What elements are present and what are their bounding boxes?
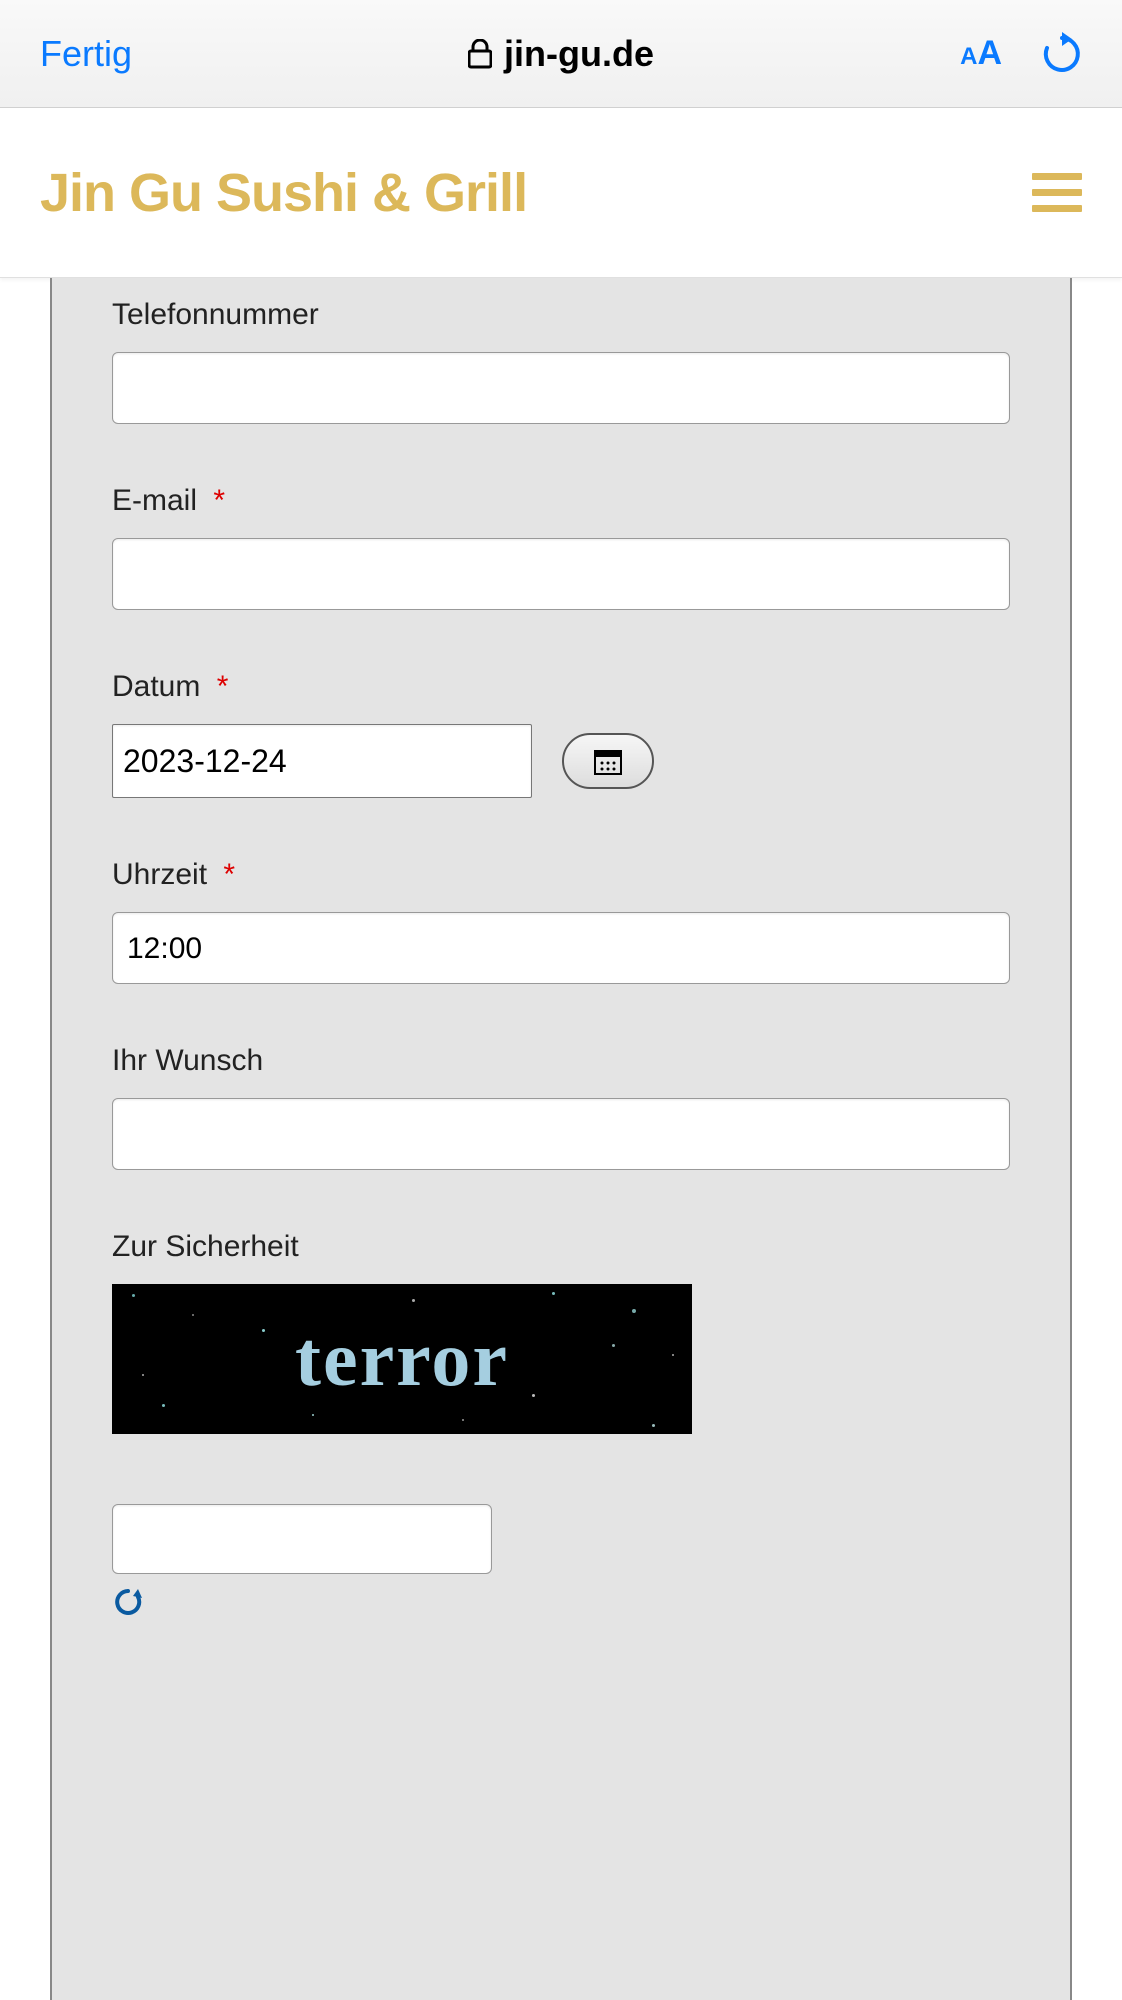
uhrzeit-label-text: Uhrzeit xyxy=(112,858,207,891)
telefon-input[interactable] xyxy=(112,352,1010,424)
refresh-icon xyxy=(112,1586,144,1618)
field-datum: Datum * xyxy=(112,670,1010,798)
field-telefon: Telefonnummer xyxy=(112,298,1010,424)
email-label: E-mail * xyxy=(112,484,1010,518)
captcha-input[interactable] xyxy=(112,1504,492,1574)
uhrzeit-label: Uhrzeit * xyxy=(112,858,1010,892)
field-email: E-mail * xyxy=(112,484,1010,610)
captcha-image: terror xyxy=(112,1284,692,1434)
wunsch-label: Ihr Wunsch xyxy=(112,1044,1010,1078)
captcha-text: terror xyxy=(295,1314,509,1404)
browser-toolbar: Fertig jin-gu.de AA xyxy=(0,0,1122,108)
text-size-button[interactable]: AA xyxy=(960,34,1002,73)
email-label-text: E-mail xyxy=(112,484,197,517)
site-title: Jin Gu Sushi & Grill xyxy=(40,162,527,224)
required-mark: * xyxy=(217,670,229,703)
datum-label-text: Datum xyxy=(112,670,200,703)
captcha-label: Zur Sicherheit xyxy=(112,1230,1010,1264)
calendar-icon xyxy=(592,745,624,777)
required-mark: * xyxy=(213,484,225,517)
refresh-captcha-button[interactable] xyxy=(112,1586,1010,1618)
calendar-picker-button[interactable] xyxy=(562,733,654,789)
reservation-form: Telefonnummer E-mail * Datum * xyxy=(50,278,1072,2000)
done-button[interactable]: Fertig xyxy=(40,33,132,75)
required-mark: * xyxy=(223,858,235,891)
lock-icon xyxy=(468,39,492,69)
field-wunsch: Ihr Wunsch xyxy=(112,1044,1010,1170)
datum-input[interactable] xyxy=(112,724,532,798)
datum-label: Datum * xyxy=(112,670,1010,704)
wunsch-input[interactable] xyxy=(112,1098,1010,1170)
uhrzeit-select[interactable]: 12:00 xyxy=(112,912,1010,984)
hamburger-menu-button[interactable] xyxy=(1032,173,1082,212)
url-display[interactable]: jin-gu.de xyxy=(468,33,654,75)
field-uhrzeit: Uhrzeit * 12:00 xyxy=(112,858,1010,984)
reload-button[interactable] xyxy=(1042,32,1082,76)
page-header: Jin Gu Sushi & Grill xyxy=(0,108,1122,278)
field-captcha: Zur Sicherheit terror xyxy=(112,1230,1010,1618)
url-text: jin-gu.de xyxy=(504,33,654,75)
telefon-label: Telefonnummer xyxy=(112,298,1010,332)
email-input[interactable] xyxy=(112,538,1010,610)
